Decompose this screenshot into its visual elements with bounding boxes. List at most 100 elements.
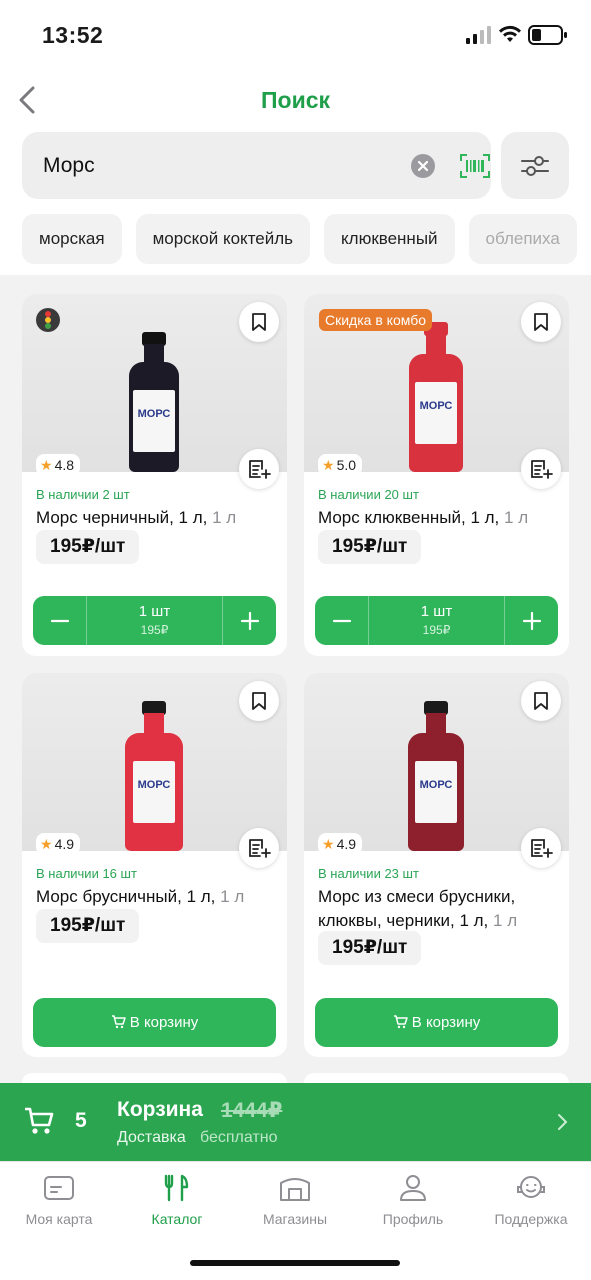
chip-suggestion[interactable]: клюквенный (324, 214, 455, 264)
home-indicator (190, 1260, 400, 1266)
chip-suggestion[interactable]: облепиха (468, 214, 577, 264)
stock-status: В наличии 2 шт (36, 487, 130, 502)
rating-badge: ★ 4.9 (36, 833, 81, 855)
stock-status: В наличии 23 шт (318, 866, 419, 881)
minus-icon (50, 619, 70, 623)
tab-profile[interactable]: Профиль (354, 1174, 472, 1227)
rating-badge: ★ 4.8 (36, 454, 81, 476)
traffic-light-icon (36, 308, 60, 332)
bookmark-button[interactable] (239, 681, 279, 721)
delivery-value: бесплатно (200, 1129, 278, 1146)
bookmark-button[interactable] (521, 302, 561, 342)
minus-icon (332, 619, 352, 623)
add-to-list-icon (531, 460, 553, 479)
add-to-list-icon (249, 839, 271, 858)
stock-status: В наличии 16 шт (36, 866, 137, 881)
profile-icon (400, 1175, 426, 1201)
chip-suggestion[interactable]: морской коктейль (135, 214, 311, 264)
add-to-cart-button[interactable]: В корзину (33, 998, 276, 1047)
cutlery-icon (164, 1174, 189, 1202)
star-icon: ★ (40, 836, 53, 852)
product-name[interactable]: Морс черничный, 1 л, 1 л (36, 506, 281, 530)
cart-old-total: 1444₽ (221, 1099, 283, 1122)
suggestion-chips: морская морской коктейль клюквенный облепих… (22, 214, 591, 264)
wifi-icon (499, 25, 521, 42)
product-card[interactable]: МОРС ★ 4.9 В наличии 23 шт Морс из смеси … (304, 673, 569, 1057)
bottle-image: МОРС (129, 332, 179, 472)
product-card[interactable]: МОРС ★ 4.8 В наличии 2 шт Морс черничный,… (22, 294, 287, 656)
tab-stores[interactable]: Магазины (236, 1174, 354, 1227)
status-bar: 13:52 (0, 0, 591, 70)
tab-catalog[interactable]: Каталог (118, 1174, 236, 1227)
add-to-list-button[interactable] (239, 828, 279, 868)
bookmark-icon (534, 692, 548, 710)
chip-suggestion[interactable]: морская (22, 214, 122, 264)
battery-icon (528, 25, 567, 45)
bottle-label-text: МОРС (137, 779, 171, 791)
search-value[interactable]: Морс (43, 154, 95, 178)
bookmark-button[interactable] (239, 302, 279, 342)
add-to-list-icon (531, 839, 553, 858)
header: Поиск Морс морская морской коктейль клюкве… (0, 70, 591, 275)
chevron-right-icon (558, 1114, 568, 1130)
product-card[interactable]: МОРС ★ 4.9 В наличии 16 шт Морс брусничны… (22, 673, 287, 1057)
product-price: 195₽/шт (318, 931, 422, 965)
bottle-label-text: МОРС (137, 408, 171, 420)
card-icon (44, 1176, 74, 1200)
quantity-value: 1 шт (420, 603, 453, 620)
bottle-image: МОРС (125, 701, 183, 851)
decrease-quantity-button[interactable] (315, 596, 369, 645)
clear-search-button[interactable] (411, 154, 435, 178)
add-to-list-button[interactable] (239, 449, 279, 489)
cart-icon (111, 1015, 126, 1029)
product-price: 195₽/шт (36, 909, 140, 943)
add-to-list-button[interactable] (521, 828, 561, 868)
store-icon (280, 1178, 310, 1201)
barcode-scan-icon[interactable] (460, 154, 490, 178)
bookmark-button[interactable] (521, 681, 561, 721)
close-icon (417, 160, 429, 172)
support-icon (517, 1176, 545, 1198)
decrease-quantity-button[interactable] (33, 596, 87, 645)
delivery-label: Доставка (117, 1129, 186, 1146)
stock-status: В наличии 20 шт (318, 487, 419, 502)
bookmark-icon (252, 313, 266, 331)
bottle-image: МОРС (409, 322, 463, 472)
cellular-signal-icon (466, 26, 491, 44)
status-time: 13:52 (42, 22, 104, 48)
rating-badge: ★ 5.0 (318, 454, 363, 476)
quantity-sum: 195₽ (140, 623, 169, 637)
quantity-stepper: 1 шт 195₽ (33, 596, 276, 645)
cart-icon (393, 1015, 408, 1029)
bookmark-icon (534, 313, 548, 331)
cart-count: 5 (75, 1109, 87, 1132)
combo-discount-badge: Скидка в комбо (319, 309, 433, 331)
filter-sliders-icon (521, 156, 549, 176)
product-card[interactable]: МОРС Скидка в комбо ★ 5.0 В наличии 20 шт… (304, 294, 569, 656)
search-input[interactable]: Морс (22, 132, 491, 199)
product-name[interactable]: Морс клюквенный, 1 л, 1 л (318, 506, 563, 530)
cart-icon (25, 1107, 54, 1134)
tab-my-card[interactable]: Моя карта (0, 1174, 118, 1227)
bottle-label-text: МОРС (419, 779, 453, 791)
add-to-cart-button[interactable]: В корзину (315, 998, 558, 1047)
increase-quantity-button[interactable] (504, 596, 558, 645)
filter-button[interactable] (501, 132, 569, 199)
rating-badge: ★ 4.9 (318, 833, 363, 855)
bookmark-icon (252, 692, 266, 710)
product-name[interactable]: Морс брусничный, 1 л, 1 л (36, 885, 281, 909)
product-price: 195₽/шт (36, 530, 140, 564)
tab-support[interactable]: Поддержка (472, 1174, 590, 1227)
quantity-sum: 195₽ (422, 623, 451, 637)
increase-quantity-button[interactable] (222, 596, 276, 645)
quantity-value: 1 шт (138, 603, 171, 620)
add-to-list-button[interactable] (521, 449, 561, 489)
cart-title: Корзина (117, 1098, 203, 1121)
product-price: 195₽/шт (318, 530, 422, 564)
star-icon: ★ (322, 457, 335, 473)
quantity-stepper: 1 шт 195₽ (315, 596, 558, 645)
cart-summary-bar[interactable]: 5 Корзина 1444₽ Доставка бесплатно (0, 1083, 591, 1161)
star-icon: ★ (40, 457, 53, 473)
product-name[interactable]: Морс из смеси брусники, клюквы, черники,… (318, 885, 563, 933)
plus-icon (522, 611, 542, 631)
